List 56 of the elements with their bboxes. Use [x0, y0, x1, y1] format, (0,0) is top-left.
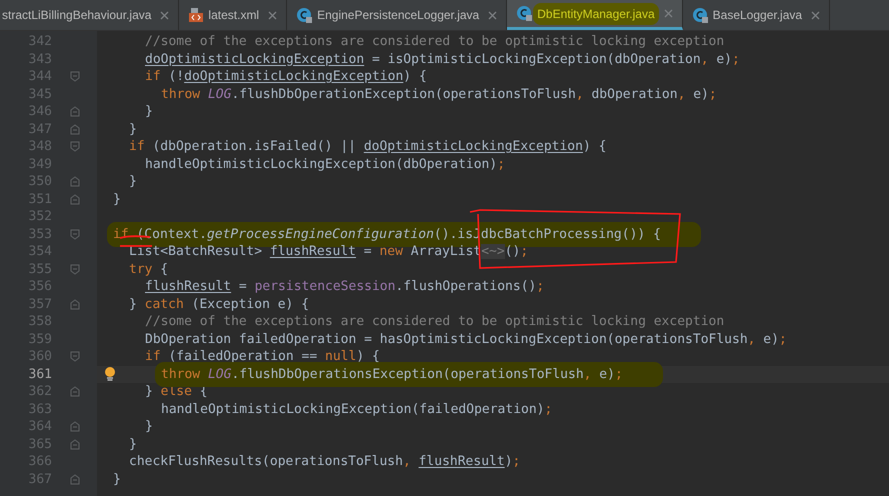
fold-marker-icon[interactable]: [70, 124, 80, 135]
editor-tab[interactable]: latest.xml: [179, 0, 288, 30]
code-text: }: [129, 436, 137, 454]
lightbulb-icon[interactable]: [104, 366, 116, 382]
tab-label: BaseLogger.java: [712, 7, 802, 24]
code-text: try {: [129, 260, 168, 278]
code-text: checkFlushResults(operationsToFlush, flushResult);: [129, 453, 520, 471]
code-text: }: [129, 173, 137, 191]
code-text: if (failedOperation == null) {: [145, 348, 380, 366]
code-text: throw LOG.flushDbOperationException(operationsToFlush, dbOperation, e);: [161, 86, 717, 104]
fold-marker-icon[interactable]: [70, 141, 80, 152]
code-text: }: [113, 470, 121, 488]
xml-file-icon: [189, 8, 204, 22]
code-text: //some of the exceptions are considered to be optimistic locking exception: [145, 313, 724, 331]
code-text: if (dbOperation.isFailed() || doOptimisticLockingException) {: [129, 138, 606, 156]
fold-marker-icon[interactable]: [70, 438, 80, 450]
close-icon[interactable]: [811, 10, 820, 20]
tab-label: latest.xml: [208, 7, 260, 24]
editor-tab[interactable]: stractLiBillingBehaviour.java: [0, 0, 180, 30]
tab-label: EnginePersistenceLogger.java: [317, 7, 480, 24]
code-text: handleOptimisticLockingException(dbOperation);: [145, 156, 506, 174]
close-icon[interactable]: [160, 10, 170, 20]
fold-marker-icon[interactable]: [70, 264, 80, 275]
fold-marker-icon[interactable]: [70, 106, 80, 118]
fold-marker-icon[interactable]: [70, 298, 80, 310]
code-text: }: [113, 190, 121, 208]
code-text: }: [145, 103, 153, 121]
tab-label: stractLiBillingBehaviour.java: [2, 7, 152, 24]
class-file-icon: [297, 8, 312, 22]
code-text: DbOperation failedOperation = hasOptimisticLockingException(operationsToFlush, e);: [145, 330, 787, 348]
code-text: } catch (Exception e) {: [129, 296, 310, 314]
close-icon[interactable]: [268, 10, 278, 20]
close-icon[interactable]: [488, 10, 498, 20]
code-text: }: [145, 418, 153, 436]
fold-marker-icon[interactable]: [70, 421, 80, 432]
fold-marker-icon[interactable]: [70, 228, 80, 240]
close-icon[interactable]: [664, 9, 673, 18]
fold-marker-icon[interactable]: [70, 176, 80, 188]
editor-tab[interactable]: BaseLogger.java: [682, 0, 830, 30]
code-text: handleOptimisticLockingException(failedOperation);: [161, 400, 552, 418]
code-text: if (!doOptimisticLockingException) {: [145, 68, 427, 86]
fold-marker-icon[interactable]: [70, 194, 80, 205]
fold-marker-icon[interactable]: [70, 351, 80, 362]
code-text: //some of the exceptions are considered to be optimistic locking exception: [145, 33, 724, 51]
class-file-icon: [692, 8, 708, 22]
fold-marker-icon[interactable]: [70, 474, 80, 485]
code-text: }: [129, 120, 137, 138]
code-text: doOptimisticLockingException = isOptimisticLockingException(dbOperation, e);: [145, 50, 740, 68]
fold-marker-icon[interactable]: [70, 386, 80, 398]
class-file-icon: [517, 6, 532, 21]
fold-marker-icon[interactable]: [70, 71, 80, 82]
editor-tab[interactable]: DbEntityManager.java: [507, 0, 683, 30]
tab-label: DbEntityManager.java: [537, 6, 655, 22]
line-number: 361: [28, 366, 52, 384]
code-text: flushResult = persistenceSession.flushOperations();: [145, 278, 544, 296]
code-text: throw LOG.flushDbOperationsException(operationsToFlush, e);: [161, 366, 623, 384]
